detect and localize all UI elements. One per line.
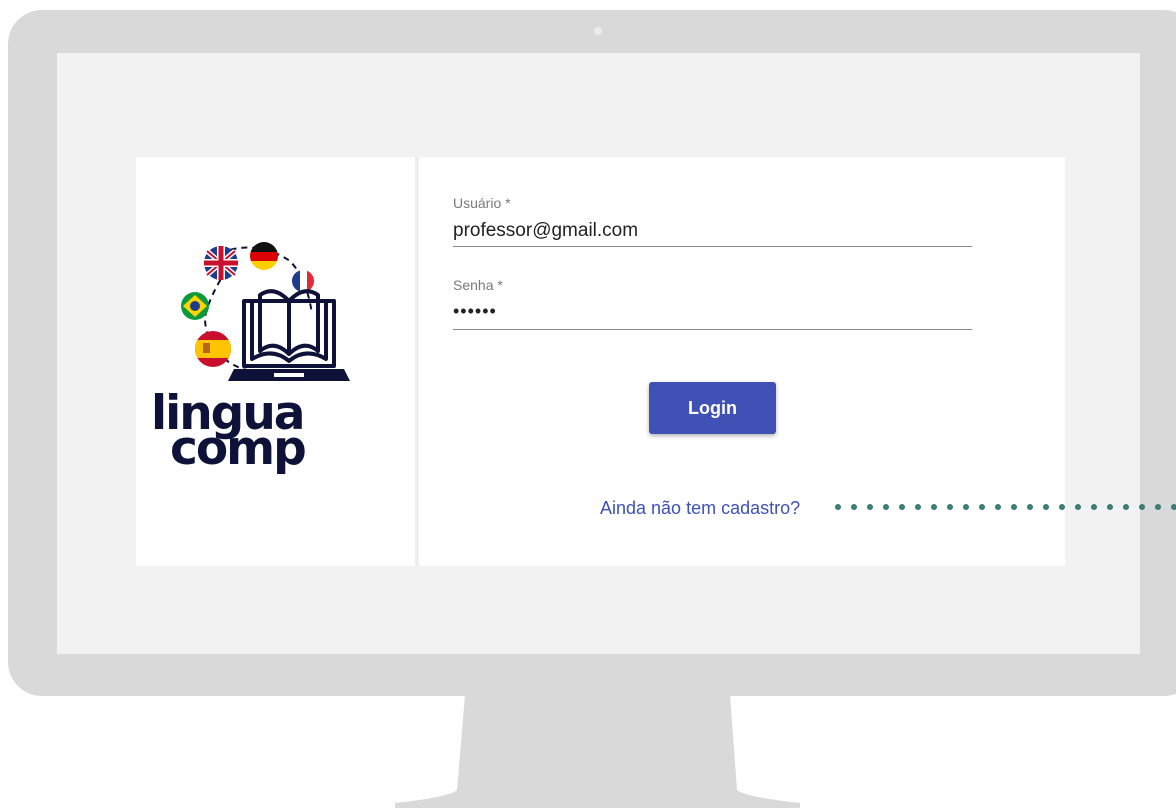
annotation-dot [995,504,1001,510]
annotation-dot [1043,504,1049,510]
brazil-flag-icon [181,292,209,320]
camera-dot [594,27,602,35]
annotation-dot [883,504,889,510]
password-field[interactable]: •••••• [453,301,497,322]
annotation-dot [1107,504,1113,510]
uk-flag-icon [204,246,238,280]
annotation-dot [851,504,857,510]
annotation-dot [1091,504,1097,510]
annotation-dot [1155,504,1161,510]
germany-flag-icon [250,242,278,270]
monitor-stand [395,695,800,808]
annotation-dot [1027,504,1033,510]
annotation-dot-leader [835,504,1176,510]
annotation-dot [1123,504,1129,510]
password-label: Senha * [453,277,503,293]
password-underline [453,329,972,330]
annotation-dot [1075,504,1081,510]
username-underline [453,246,972,247]
annotation-dot [1171,504,1176,510]
annotation-dot [1059,504,1065,510]
logo-wordmark-line2: comp [170,421,307,476]
annotation-dot [979,504,985,510]
username-field[interactable]: professor@gmail.com [453,220,638,242]
monitor-screen: lingua comp Usuário * professor@gmail.co… [57,53,1140,654]
annotation-dot [1011,504,1017,510]
annotation-dot [1139,504,1145,510]
annotation-dot [867,504,873,510]
france-flag-icon [292,270,314,292]
annotation-dot [899,504,905,510]
spain-flag-icon [195,331,231,367]
annotation-dot [915,504,921,510]
username-label: Usuário * [453,195,511,211]
annotation-dot [835,504,841,510]
annotation-dot [931,504,937,510]
annotation-dot [947,504,953,510]
signup-link[interactable]: Ainda não tem cadastro? [600,498,800,519]
login-button[interactable]: Login [649,382,776,434]
logo-panel: lingua comp [136,157,415,566]
annotation-dot [963,504,969,510]
